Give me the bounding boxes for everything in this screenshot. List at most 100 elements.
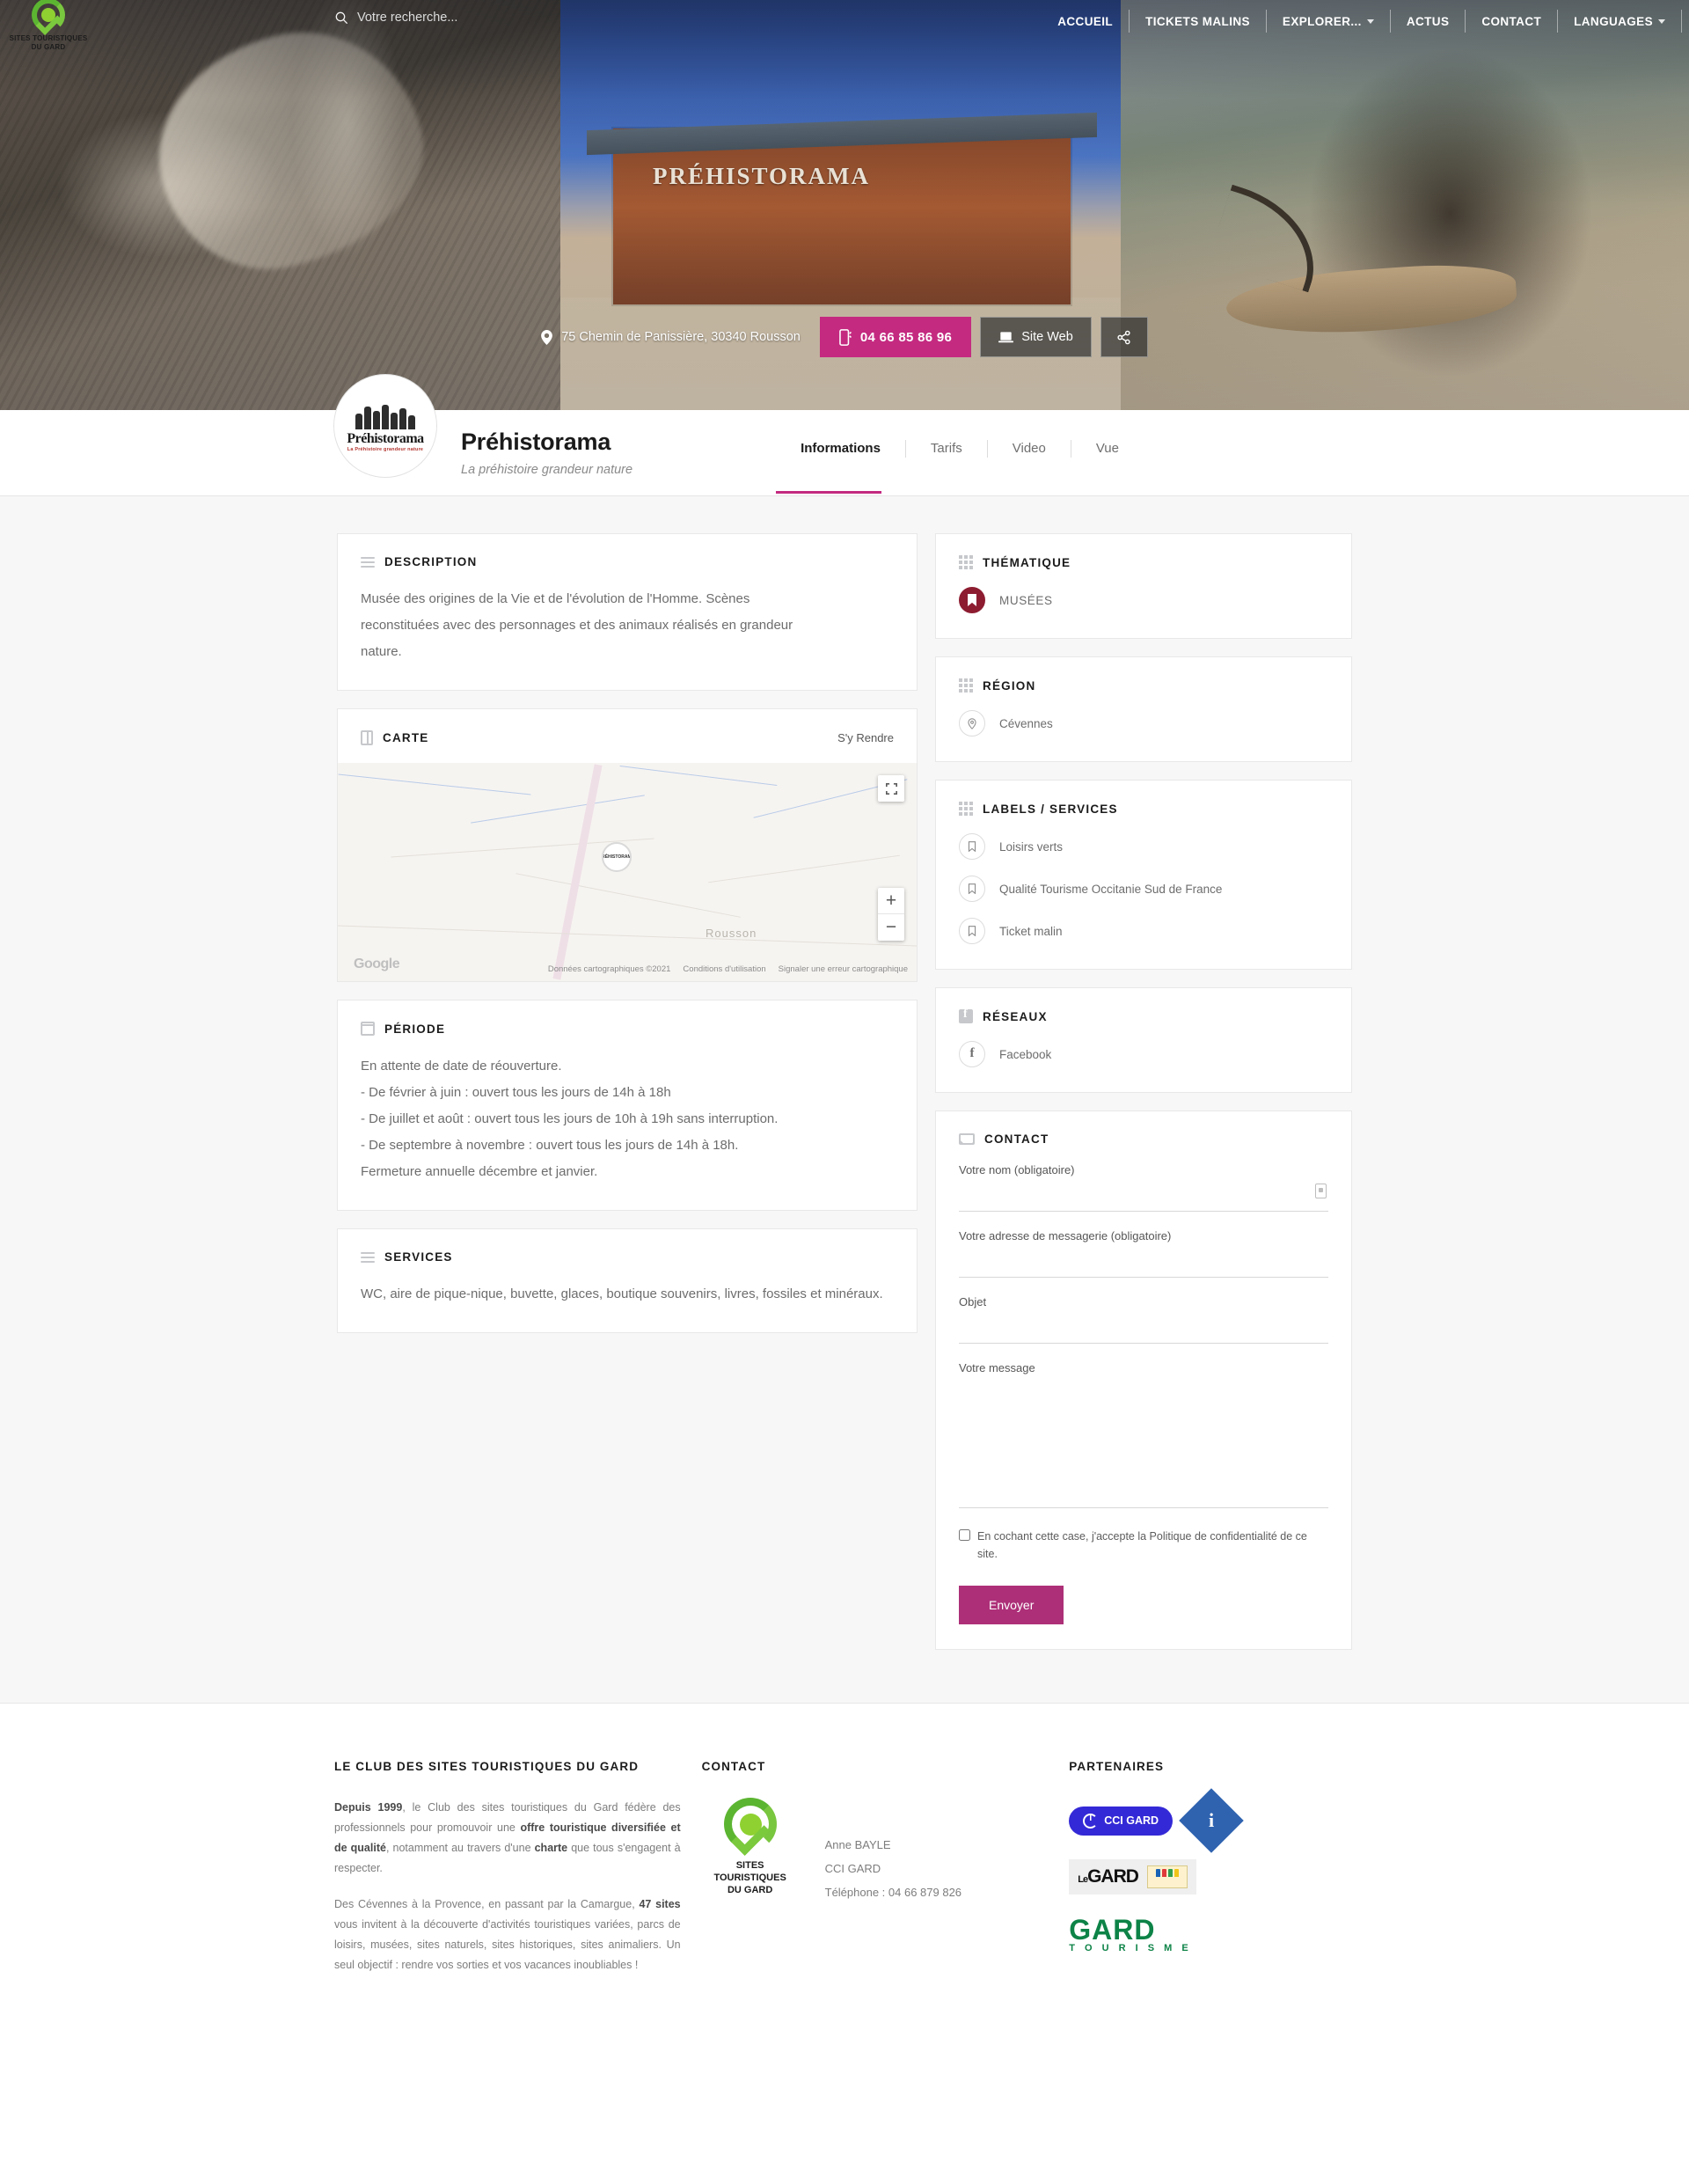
list-item[interactable]: Cévennes [959, 710, 1328, 737]
thematique-card-header: THÉMATIQUE [959, 555, 1328, 569]
card-title: LABELS / SERVICES [983, 802, 1118, 816]
services-line: WC, aire de pique-nique, buvette, glaces… [361, 1286, 883, 1301]
map-attr-data: Données cartographiques ©2021 [547, 964, 671, 974]
partner-le-gard-logo[interactable]: LeGARD [1069, 1859, 1196, 1895]
card-title: CONTACT [984, 1132, 1049, 1146]
footer-club-paragraph-1: Depuis 1999, le Club des sites touristiq… [334, 1798, 681, 1879]
hero-action-bar: 75 Chemin de Panissière, 30340 Rousson 0… [0, 317, 1689, 357]
list-lines-icon [361, 1251, 375, 1263]
map-pin-logo-icon [719, 1798, 782, 1856]
avatar: Préhistorama La Préhistoire grandeur nat… [334, 375, 436, 477]
consent-label: En cochant cette case, j'accepte la Poli… [977, 1530, 1307, 1560]
bookmark-icon [959, 587, 985, 613]
main-content: DESCRIPTION Musée des origines de la Vie… [0, 496, 1689, 1703]
card-title: DESCRIPTION [384, 555, 478, 568]
list-item-label: MUSÉES [999, 593, 1053, 607]
page-footer: LE CLUB DES SITES TOURISTIQUES DU GARD D… [0, 1703, 1689, 2062]
tab-tarifs[interactable]: Tarifs [906, 440, 988, 458]
partner-gard-tourisme-logo[interactable]: GARD T O U R I S M E [1069, 1914, 1355, 1953]
phone-number: 04 66 85 86 96 [859, 329, 953, 345]
map-zoom-out-button[interactable]: − [878, 914, 904, 941]
card-title: PÉRIODE [384, 1022, 446, 1036]
partner-cci-gard-logo[interactable]: CCI GARD [1069, 1806, 1174, 1836]
search-box[interactable] [334, 11, 559, 25]
nav-item-contact[interactable]: CONTACT [1466, 10, 1559, 33]
consent-checkbox[interactable] [959, 1529, 970, 1541]
list-item-label: Ticket malin [999, 924, 1063, 938]
nav-item-tickets-malins[interactable]: TICKETS MALINS [1130, 10, 1267, 33]
map-viewport[interactable]: PRÉHISTORAMA Rousson + − Googl [338, 763, 917, 981]
facebook-icon: f [959, 1041, 985, 1067]
contact-form-card: CONTACT Votre nom (obligatoire) Votre ad… [935, 1110, 1352, 1650]
book-icon [361, 730, 373, 745]
map-zoom-in-button[interactable]: + [878, 888, 904, 914]
map-pin-glyph-icon [968, 717, 976, 729]
email-input[interactable] [959, 1255, 1328, 1270]
tab-label: Vue [1095, 441, 1119, 456]
tab-informations[interactable]: Informations [776, 440, 906, 494]
list-item-label: Loisirs verts [999, 839, 1064, 854]
map-attribution: Données cartographiques ©2021 Conditions… [548, 964, 908, 974]
footer-club-p1e: charte [534, 1842, 568, 1854]
list-item[interactable]: Qualité Tourisme Occitanie Sud de France [959, 876, 1328, 902]
footer-logo: SITES TOURISTIQUES DU GARD [702, 1798, 799, 1896]
map-pin-icon [959, 710, 985, 737]
map-attr-report[interactable]: Signaler une erreur cartographique [779, 964, 908, 974]
message-textarea[interactable] [959, 1380, 1328, 1507]
periode-line: - De février à juin : ouvert tous les jo… [361, 1085, 671, 1100]
partner-logos: CCI GARD i LeGARD GARD T O U R I S M E [1069, 1788, 1355, 1953]
tab-vue[interactable]: Vue [1071, 440, 1144, 458]
partner-tourisme-logo[interactable]: i [1179, 1788, 1244, 1853]
list-item[interactable]: MUSÉES [959, 587, 1328, 613]
subject-input[interactable] [959, 1321, 1328, 1336]
submit-button[interactable]: Envoyer [959, 1586, 1064, 1624]
map-marker[interactable]: PRÉHISTORAMA [602, 842, 632, 872]
footer-contact-person: Anne BAYLE [824, 1838, 891, 1851]
site-logo[interactable]: SITES TOURISTIQUES DU GARD [9, 0, 88, 53]
periode-line: En attente de date de réouverture. [361, 1059, 562, 1074]
address-block: 75 Chemin de Panissière, 30340 Rousson [541, 329, 820, 345]
grid-icon [959, 555, 973, 569]
grid-icon [959, 802, 973, 816]
list-lines-icon [361, 556, 375, 568]
tab-label: Tarifs [930, 441, 962, 456]
periode-card: PÉRIODE En attente de date de réouvertur… [337, 1000, 918, 1211]
list-item[interactable]: Ticket malin [959, 918, 1328, 944]
consent-row[interactable]: En cochant cette case, j'accepte la Poli… [959, 1528, 1328, 1563]
calendar-icon [361, 1022, 375, 1036]
footer-club-p1a: Depuis 1999 [334, 1801, 403, 1814]
search-input[interactable] [357, 11, 559, 25]
nav-item-explorer[interactable]: EXPLORER... [1267, 10, 1391, 33]
list-item-label: Cévennes [999, 716, 1053, 730]
website-button[interactable]: Site Web [980, 317, 1092, 357]
footer-logo-line-1: SITES TOURISTIQUES [713, 1860, 786, 1883]
map-town-label: Rousson [706, 927, 757, 940]
footer-logo-text: SITES TOURISTIQUES DU GARD [702, 1859, 799, 1896]
map-canvas[interactable]: PRÉHISTORAMA Rousson [338, 763, 917, 981]
nav-item-actus[interactable]: ACTUS [1391, 10, 1466, 33]
periode-line: - De juillet et août : ouvert tous les j… [361, 1111, 779, 1126]
map-attr-terms[interactable]: Conditions d'utilisation [683, 964, 765, 974]
nav-item-languages[interactable]: LANGUAGES [1558, 10, 1682, 33]
share-button[interactable] [1100, 317, 1148, 357]
thematique-card: THÉMATIQUE MUSÉES [935, 533, 1352, 639]
list-item[interactable]: Loisirs verts [959, 833, 1328, 860]
footer-partners-column: PARTENAIRES CCI GARD i LeGARD [1069, 1760, 1355, 1991]
directions-link[interactable]: S'y Rendre [837, 731, 894, 744]
reseaux-card: RÉSEAUX f Facebook [935, 987, 1352, 1093]
card-title: SERVICES [384, 1250, 453, 1264]
footer-contact-org: CCI GARD [824, 1862, 881, 1875]
share-icon [1117, 330, 1130, 344]
list-item[interactable]: f Facebook [959, 1041, 1328, 1067]
avatar-wordmark: Préhistorama [347, 431, 424, 446]
hero-banner: PRÉHISTORAMA SITES TOURISTIQUES DU GARD … [0, 0, 1689, 410]
name-input[interactable] [959, 1189, 1328, 1204]
tab-video[interactable]: Video [988, 440, 1071, 458]
card-title: RÉSEAUX [983, 1009, 1048, 1023]
map-fullscreen-button[interactable] [878, 775, 904, 802]
bookmark-icon [959, 876, 985, 902]
phone-button[interactable]: 04 66 85 86 96 [819, 317, 972, 357]
services-text: WC, aire de pique-nique, buvette, glaces… [361, 1281, 894, 1308]
periode-card-header: PÉRIODE [361, 1022, 894, 1036]
nav-item-accueil[interactable]: ACCUEIL [1041, 10, 1130, 33]
